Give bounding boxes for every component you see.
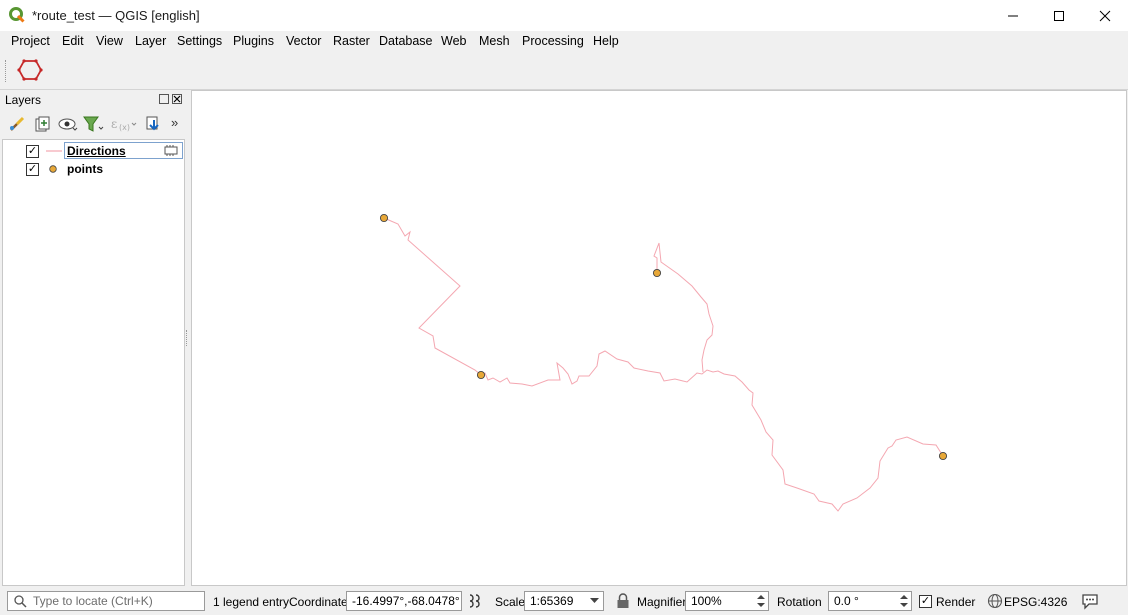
menu-processing[interactable]: Processing — [522, 34, 584, 48]
locator-placeholder: Type to locate (Ctrl+K) — [33, 594, 153, 608]
close-icon — [1099, 10, 1111, 21]
maximize-icon — [1054, 10, 1064, 21]
point-feature[interactable] — [476, 370, 486, 380]
point-feature[interactable] — [652, 268, 662, 278]
polygon-tool-icon[interactable] — [17, 58, 43, 82]
more-tools-icon[interactable]: » — [171, 115, 178, 130]
menu-help[interactable]: Help — [593, 34, 619, 48]
menu-view[interactable]: View — [96, 34, 123, 48]
add-group-icon[interactable] — [33, 115, 51, 133]
map-features — [379, 213, 948, 512]
line-symbol-icon — [46, 150, 62, 152]
coordinate-field[interactable]: -16.4997°,-68.0478° — [346, 591, 462, 611]
menu-database[interactable]: Database — [379, 34, 433, 48]
minimize-button[interactable] — [990, 0, 1036, 31]
extents-toggle-icon[interactable] — [466, 592, 484, 610]
main-toolbar — [0, 52, 1128, 90]
search-icon — [14, 595, 27, 608]
legend-entries-text: 1 legend entry — [213, 595, 290, 609]
toolbar-handle[interactable] — [5, 60, 9, 82]
layers-list: ✓ Directions ✓ points — [2, 139, 185, 586]
close-icon — [173, 95, 181, 103]
layers-panel-title: Layers — [5, 93, 42, 107]
scale-label: Scale — [495, 595, 526, 609]
qgis-logo-icon — [9, 7, 25, 23]
filter-icon[interactable] — [83, 115, 105, 133]
menu-bar: Project Edit View Layer Settings Plugins… — [0, 31, 1128, 52]
coordinate-label: Coordinate — [289, 595, 348, 609]
globe-icon[interactable] — [987, 593, 1003, 609]
spin-arrows-icon[interactable] — [757, 594, 765, 608]
expression-filter-icon: ε (x) — [111, 117, 137, 132]
menu-web[interactable]: Web — [441, 34, 466, 48]
layer-name: Directions — [67, 144, 126, 158]
spin-arrows-icon[interactable] — [900, 594, 908, 608]
layer-directions[interactable]: ✓ Directions — [3, 142, 184, 160]
close-button[interactable] — [1082, 0, 1128, 31]
menu-vector[interactable]: Vector — [286, 34, 321, 48]
close-panel-button[interactable] — [172, 94, 182, 104]
point-symbol-icon — [49, 165, 57, 173]
window-title: *route_test — QGIS [english] — [32, 8, 200, 23]
menu-settings[interactable]: Settings — [177, 34, 222, 48]
menu-raster[interactable]: Raster — [333, 34, 370, 48]
render-label: Render — [936, 595, 976, 609]
directions-route-branch[interactable] — [653, 242, 714, 373]
status-bar: Type to locate (Ctrl+K) 1 legend entry C… — [0, 588, 1128, 615]
rotation-spinbox[interactable]: 0.0 ° — [828, 591, 912, 611]
menu-plugins[interactable]: Plugins — [233, 34, 274, 48]
lock-scale-icon[interactable] — [616, 593, 630, 609]
style-manager-icon[interactable] — [8, 115, 26, 133]
directions-route[interactable] — [383, 217, 944, 512]
menu-mesh[interactable]: Mesh — [479, 34, 510, 48]
chevron-down-icon — [590, 598, 599, 603]
layer-name: points — [67, 162, 103, 176]
point-feature[interactable] — [379, 213, 389, 223]
menu-project[interactable]: Project — [11, 34, 50, 48]
memory-layer-icon[interactable] — [164, 145, 178, 156]
title-bar: *route_test — QGIS [english] — [0, 0, 1128, 31]
render-checkbox[interactable]: ✓ — [919, 595, 932, 608]
magnifier-value: 100% — [691, 594, 722, 608]
float-panel-button[interactable] — [159, 94, 169, 104]
panel-splitter[interactable] — [186, 330, 189, 346]
expand-all-icon[interactable] — [145, 115, 163, 133]
crs-button[interactable]: EPSG:4326 — [1004, 595, 1067, 609]
svg-text:(x): (x) — [119, 123, 130, 132]
layer-visibility-checkbox[interactable]: ✓ — [26, 145, 39, 158]
layer-visibility-checkbox[interactable]: ✓ — [26, 163, 39, 176]
map-canvas[interactable] — [191, 90, 1127, 586]
minimize-icon — [1008, 15, 1018, 16]
magnifier-spinbox[interactable]: 100% — [685, 591, 769, 611]
point-feature[interactable] — [938, 451, 948, 461]
rotation-label: Rotation — [777, 595, 822, 609]
menu-edit[interactable]: Edit — [62, 34, 84, 48]
rotation-value: 0.0 ° — [834, 594, 859, 608]
scale-value: 1:65369 — [530, 594, 574, 608]
visibility-icon[interactable] — [58, 115, 78, 133]
locator-search-input[interactable]: Type to locate (Ctrl+K) — [7, 591, 205, 611]
menu-layer[interactable]: Layer — [135, 34, 166, 48]
magnifier-label: Magnifier — [637, 595, 687, 609]
svg-text:ε: ε — [111, 117, 117, 131]
messages-icon[interactable] — [1081, 592, 1099, 610]
layer-points[interactable]: ✓ points — [3, 160, 184, 178]
scale-combo[interactable]: 1:65369 — [524, 591, 604, 611]
maximize-button[interactable] — [1036, 0, 1082, 31]
